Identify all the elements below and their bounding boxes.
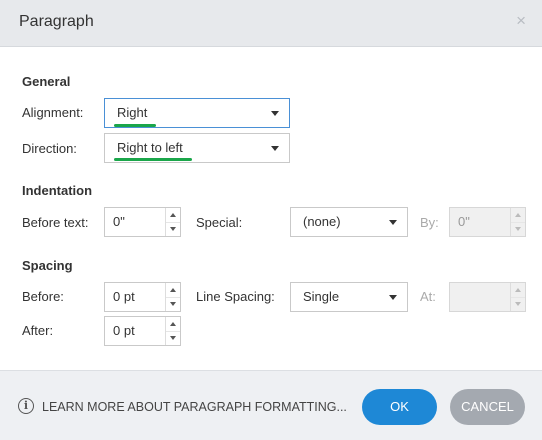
chevron-down-icon: [389, 220, 397, 225]
by-label: By:: [420, 215, 439, 230]
section-spacing-heading: Spacing: [22, 258, 73, 273]
at-label: At:: [420, 289, 436, 304]
line-spacing-select[interactable]: Single: [290, 282, 408, 312]
direction-value: Right to left: [117, 140, 183, 155]
direction-highlight: [114, 158, 192, 161]
info-icon: i: [18, 398, 34, 414]
spinner-down-icon: [511, 297, 525, 311]
spinner-up-icon[interactable]: [166, 283, 180, 298]
spinner-up-icon: [511, 208, 525, 223]
ok-button[interactable]: OK: [362, 389, 437, 425]
learn-more-link[interactable]: LEARN MORE ABOUT PARAGRAPH FORMATTING...: [42, 400, 347, 414]
special-label: Special:: [196, 215, 243, 230]
line-spacing-label: Line Spacing:: [196, 289, 275, 304]
spinner-down-icon[interactable]: [166, 222, 180, 236]
spacing-before-label: Before:: [22, 289, 64, 304]
spinner-up-icon[interactable]: [166, 317, 180, 332]
line-spacing-value: Single: [303, 289, 340, 304]
by-stepper: 0": [449, 207, 526, 237]
special-value: (none): [303, 214, 341, 229]
alignment-label: Alignment:: [22, 105, 84, 120]
by-value: 0": [458, 214, 470, 229]
section-indentation-heading: Indentation: [22, 183, 93, 198]
spacing-after-stepper[interactable]: 0 pt: [104, 316, 181, 346]
chevron-down-icon: [271, 146, 279, 151]
spinner-up-icon[interactable]: [166, 208, 180, 223]
alignment-value: Right: [117, 105, 148, 120]
special-select[interactable]: (none): [290, 207, 408, 237]
spinner-down-icon[interactable]: [166, 331, 180, 345]
close-icon[interactable]: ×: [516, 11, 526, 31]
spacing-after-value: 0 pt: [113, 323, 135, 338]
dialog-header: Paragraph ×: [0, 0, 542, 47]
before-text-label: Before text:: [22, 215, 89, 230]
alignment-highlight: [114, 124, 156, 127]
spacing-after-label: After:: [22, 323, 54, 338]
before-text-value: 0": [113, 214, 125, 229]
chevron-down-icon: [389, 295, 397, 300]
spinner-up-icon: [511, 283, 525, 298]
spacing-before-stepper[interactable]: 0 pt: [104, 282, 181, 312]
cancel-button[interactable]: CANCEL: [450, 389, 525, 425]
before-text-stepper[interactable]: 0": [104, 207, 181, 237]
spinner-down-icon: [511, 222, 525, 236]
direction-label: Direction:: [22, 141, 77, 156]
spacing-before-value: 0 pt: [113, 289, 135, 304]
chevron-down-icon: [271, 111, 279, 116]
spinner-down-icon[interactable]: [166, 297, 180, 311]
section-general-heading: General: [22, 74, 71, 89]
dialog-title: Paragraph: [19, 13, 94, 30]
at-stepper: [449, 282, 526, 312]
